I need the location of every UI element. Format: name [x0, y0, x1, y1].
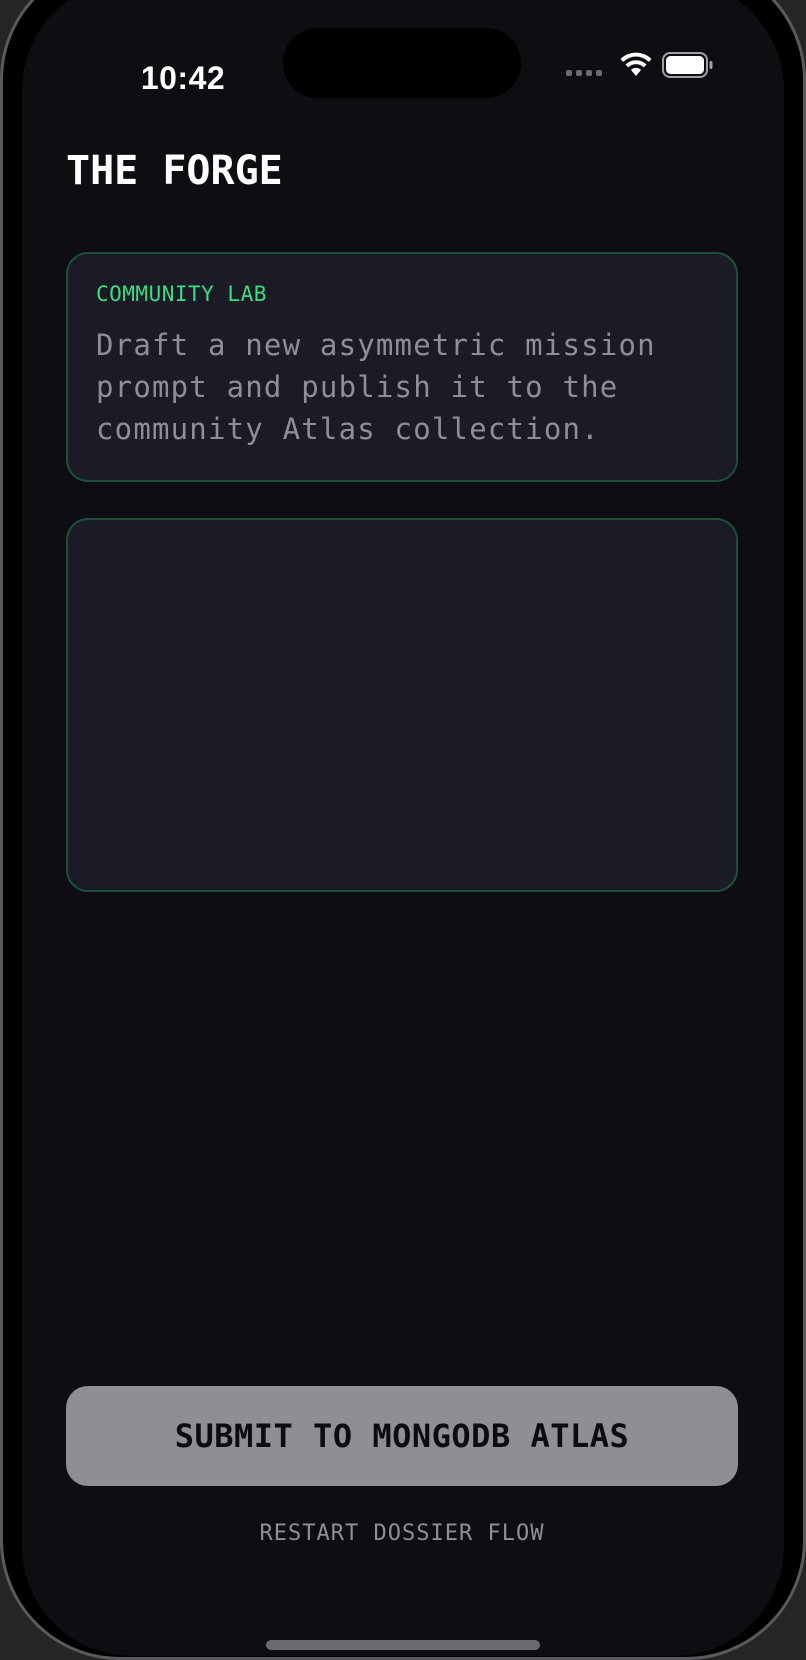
prompt-input[interactable] [68, 520, 736, 890]
prompt-editor-card [66, 518, 738, 892]
app-screen: 10:42 THE FORGE COMMUNITY LAB Draft a ne… [22, 0, 784, 1656]
page: 10:42 THE FORGE COMMUNITY LAB Draft a ne… [0, 0, 806, 1660]
status-time: 10:42 [140, 60, 226, 96]
page-title: THE FORGE [66, 148, 283, 194]
battery-icon [662, 52, 713, 78]
restart-dossier-flow-link[interactable]: RESTART DOSSIER FLOW [66, 1520, 738, 1547]
cellular-signal-icon [566, 70, 606, 78]
card-description: Draft a new asymmetric mission prompt an… [96, 328, 656, 446]
wifi-icon [620, 52, 652, 76]
community-lab-card: COMMUNITY LAB Draft a new asymmetric mis… [66, 252, 738, 482]
home-indicator[interactable] [266, 1640, 540, 1650]
card-eyebrow: COMMUNITY LAB [96, 282, 267, 306]
dynamic-island [283, 28, 521, 98]
submit-to-atlas-button[interactable]: SUBMIT TO MONGODB ATLAS [66, 1386, 738, 1486]
